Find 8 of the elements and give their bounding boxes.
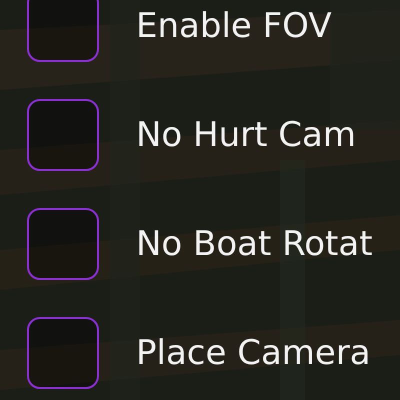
checkbox[interactable] <box>27 0 99 62</box>
option-label: Place Camera <box>136 336 371 370</box>
checkbox[interactable] <box>27 99 99 171</box>
checkbox[interactable] <box>27 317 99 389</box>
checkbox[interactable] <box>27 208 99 280</box>
option-label: Enable FOV <box>136 9 332 43</box>
option-label: No Hurt Cam <box>136 118 356 152</box>
option-label: No Boat Rotat <box>136 227 373 261</box>
